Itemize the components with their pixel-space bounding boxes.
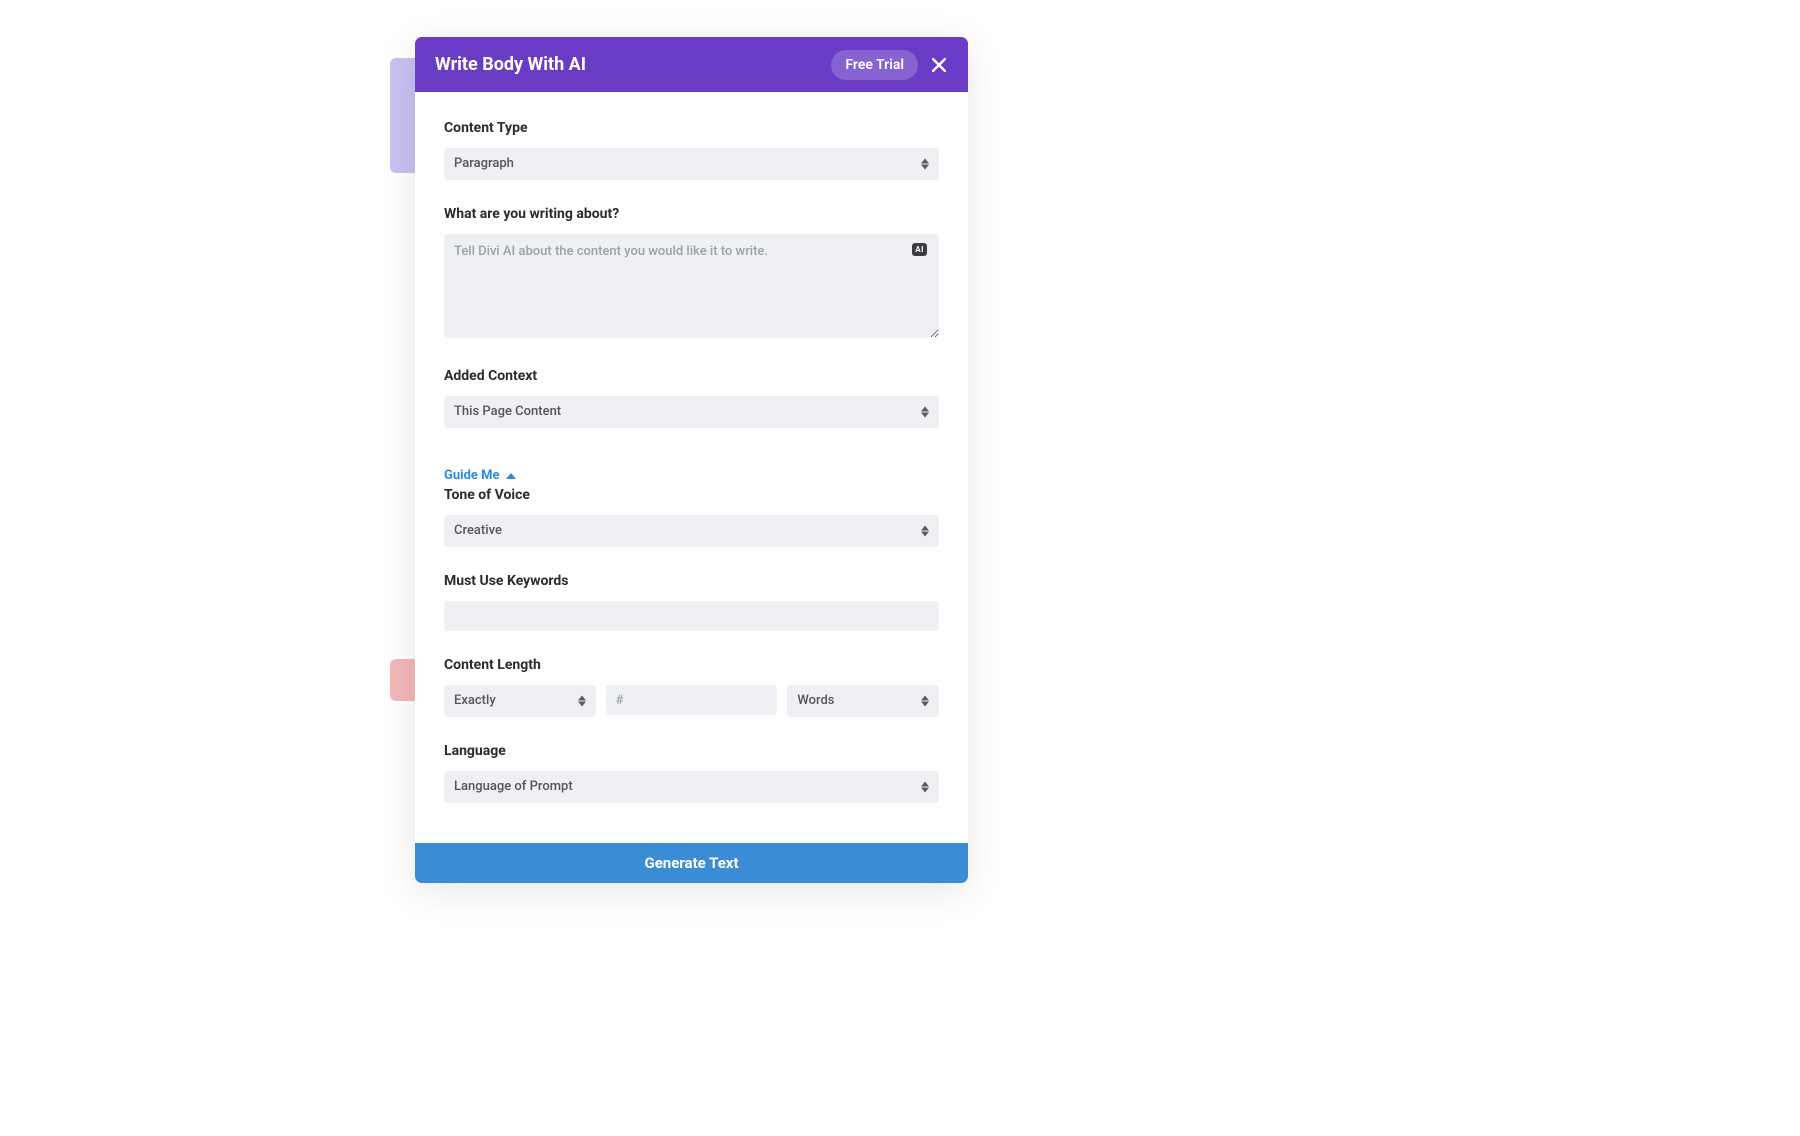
ai-badge-icon[interactable]: AI (912, 243, 927, 256)
length-mode-select[interactable]: Exactly (444, 685, 596, 717)
modal-title: Write Body With AI (435, 54, 586, 75)
close-icon[interactable] (930, 56, 948, 74)
keywords-input[interactable] (444, 601, 939, 631)
keywords-label: Must Use Keywords (444, 573, 939, 589)
free-trial-badge[interactable]: Free Trial (831, 50, 918, 80)
language-label: Language (444, 743, 939, 759)
content-type-label: Content Type (444, 120, 939, 136)
triangle-up-icon (506, 473, 516, 479)
length-unit-select[interactable]: Words (787, 685, 939, 717)
modal-body: Content Type Paragraph What are you writ… (415, 92, 968, 843)
guide-me-label: Guide Me (444, 468, 500, 483)
content-type-field: Content Type Paragraph (444, 120, 939, 180)
tone-select[interactable]: Creative (444, 515, 939, 547)
writing-about-field: What are you writing about? AI (444, 206, 939, 342)
header-actions: Free Trial (831, 50, 948, 80)
added-context-label: Added Context (444, 368, 939, 384)
added-context-select[interactable]: This Page Content (444, 396, 939, 428)
content-length-label: Content Length (444, 657, 939, 673)
modal-header: Write Body With AI Free Trial (415, 37, 968, 92)
ai-write-modal: Write Body With AI Free Trial Content Ty… (415, 37, 968, 883)
keywords-field: Must Use Keywords (444, 573, 939, 631)
tone-field: Tone of Voice Creative (444, 487, 939, 547)
tone-label: Tone of Voice (444, 487, 939, 503)
language-field: Language Language of Prompt (444, 743, 939, 803)
writing-about-label: What are you writing about? (444, 206, 939, 222)
length-count-input[interactable] (606, 685, 778, 715)
guide-me-toggle[interactable]: Guide Me (444, 468, 516, 483)
content-length-field: Content Length Exactly Words (444, 657, 939, 717)
added-context-field: Added Context This Page Content (444, 368, 939, 428)
writing-about-textarea[interactable] (444, 234, 939, 338)
language-select[interactable]: Language of Prompt (444, 771, 939, 803)
content-type-select[interactable]: Paragraph (444, 148, 939, 180)
generate-button[interactable]: Generate Text (415, 843, 968, 883)
